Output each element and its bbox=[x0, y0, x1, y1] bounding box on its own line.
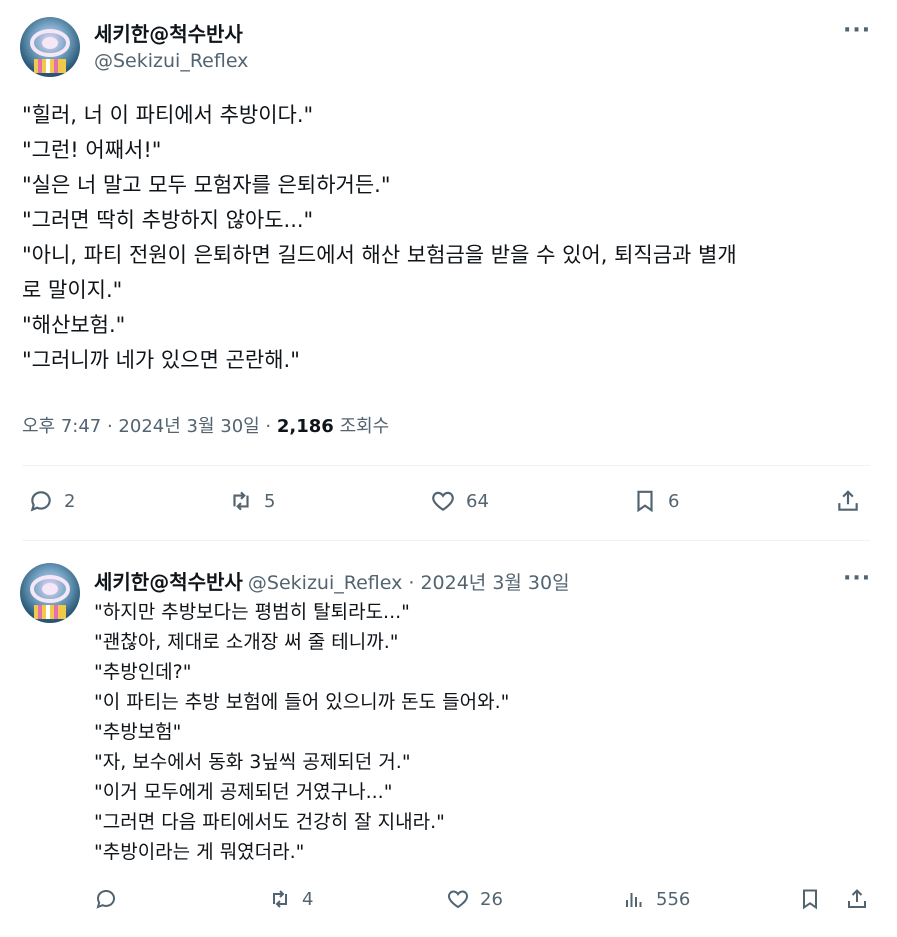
views-count: 556 bbox=[656, 888, 691, 910]
reply-icon bbox=[30, 491, 51, 512]
tweet-line: "자, 보수에서 동화 3닢씩 공제되던 거." bbox=[94, 751, 411, 773]
retweet-count: 4 bbox=[302, 888, 314, 910]
divider bbox=[22, 540, 870, 541]
display-name[interactable]: 세키한@척수반사 bbox=[94, 18, 243, 47]
views-label: 조회수 bbox=[339, 416, 390, 437]
bookmark-button[interactable] bbox=[798, 887, 822, 911]
tweet-line: "그런! 어째서!" bbox=[22, 138, 162, 162]
tweet-line: 로 말이지." bbox=[22, 278, 123, 302]
tweet-line: "아니, 파티 전원이 은퇴하면 길드에서 해산 보험금을 받을 수 있어, 퇴… bbox=[22, 243, 737, 267]
retweet-icon bbox=[233, 491, 249, 511]
tweet-line: "이거 모두에게 공제되던 거였구나..." bbox=[94, 781, 393, 803]
share-button[interactable] bbox=[835, 488, 861, 514]
reply-button[interactable]: 2 bbox=[28, 488, 75, 514]
more-icon[interactable]: ··· bbox=[843, 18, 871, 43]
tweet-line: "그러면 다음 파티에서도 건강히 잘 지내라." bbox=[94, 811, 445, 833]
tweet-line: "힐러, 너 이 파티에서 추방이다." bbox=[22, 103, 314, 127]
views-count: 2,186 bbox=[276, 416, 334, 437]
tweet-line: "그러면 딱히 추방하지 않아도..." bbox=[22, 208, 314, 232]
handle[interactable]: @Sekizui_Reflex bbox=[94, 50, 248, 72]
heart-icon bbox=[448, 890, 468, 909]
tweet-text: "하지만 추방보다는 평범히 탈퇴라도..." "괜찮아, 제대로 소개장 써 … bbox=[94, 597, 509, 867]
tweet-text: "힐러, 너 이 파티에서 추방이다." "그런! 어째서!" "실은 너 말고… bbox=[22, 98, 737, 378]
reply-header: 세키한@척수반사 @Sekizui_Reflex · 2024년 3월 30일 bbox=[94, 566, 570, 595]
tweet-line: "이 파티는 추방 보험에 들어 있으니까 돈도 들어와." bbox=[94, 691, 510, 713]
retweet-button[interactable]: 5 bbox=[228, 488, 275, 514]
retweet-button[interactable]: 4 bbox=[268, 887, 313, 911]
tweet-line: "그러니까 네가 있으면 곤란해." bbox=[22, 348, 300, 372]
like-count: 26 bbox=[480, 888, 503, 910]
views-button[interactable]: 556 bbox=[622, 887, 690, 911]
avatar[interactable] bbox=[20, 17, 80, 77]
handle-and-date[interactable]: @Sekizui_Reflex · 2024년 3월 30일 bbox=[248, 572, 570, 594]
bookmark-count: 6 bbox=[668, 490, 680, 512]
reply-icon bbox=[96, 890, 115, 909]
bookmark-icon bbox=[803, 889, 817, 910]
share-icon bbox=[838, 490, 858, 511]
bookmark-button[interactable]: 6 bbox=[632, 488, 679, 514]
avatar[interactable] bbox=[20, 563, 80, 623]
reply-button[interactable] bbox=[94, 887, 118, 911]
bookmark-icon bbox=[637, 490, 653, 513]
like-count: 64 bbox=[466, 490, 489, 512]
retweet-count: 5 bbox=[264, 490, 276, 512]
like-button[interactable]: 64 bbox=[430, 488, 489, 514]
heart-icon bbox=[432, 491, 454, 511]
views-icon bbox=[626, 893, 642, 907]
tweet-line: "추방보험" bbox=[94, 721, 182, 743]
like-button[interactable]: 26 bbox=[446, 887, 503, 911]
tweet-line: "해산보험." bbox=[22, 313, 126, 337]
share-icon bbox=[848, 889, 866, 908]
display-name[interactable]: 세키한@척수반사 bbox=[94, 570, 243, 594]
tweet-line: "하지만 추방보다는 평범히 탈퇴라도..." bbox=[94, 601, 410, 623]
tweet-line: "추방이라는 게 뭐였더라." bbox=[94, 841, 305, 863]
tweet-line: "괜찮아, 제대로 소개장 써 줄 테니까." bbox=[94, 631, 399, 653]
reply-count: 2 bbox=[64, 490, 76, 512]
tweet-line: "추방인데?" bbox=[94, 661, 192, 683]
retweet-icon bbox=[273, 890, 287, 908]
more-icon[interactable]: ··· bbox=[843, 566, 871, 591]
tweet-line: "실은 너 말고 모두 모험자를 은퇴하거든." bbox=[22, 173, 391, 197]
divider bbox=[22, 465, 870, 466]
timestamp[interactable]: 오후 7:47 · 2024년 3월 30일 · bbox=[22, 416, 277, 437]
share-button[interactable] bbox=[845, 887, 869, 911]
tweet-meta: 오후 7:47 · 2024년 3월 30일 · 2,186 조회수 bbox=[22, 412, 389, 438]
